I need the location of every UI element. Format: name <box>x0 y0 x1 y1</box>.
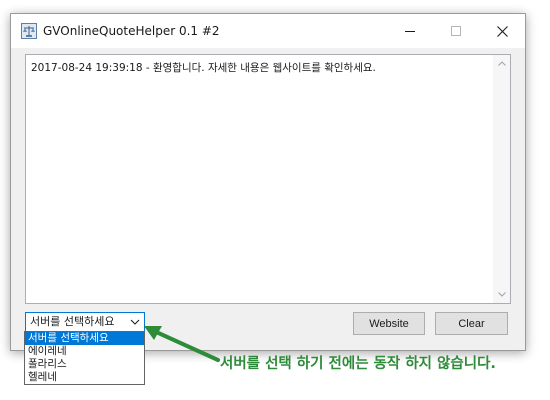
vertical-scrollbar[interactable] <box>493 55 510 303</box>
annotation-text: 서버를 선택 하기 전에는 동작 하지 않습니다. <box>220 356 496 372</box>
chevron-up-icon <box>497 61 506 66</box>
server-select-value: 서버를 선택하세요 <box>30 315 115 328</box>
log-textarea[interactable]: 2017-08-24 19:39:18 - 환영합니다. 자세한 내용은 웹사이… <box>25 54 511 304</box>
server-select[interactable]: 서버를 선택하세요 <box>25 312 145 332</box>
page: GVOnlineQuoteHelper 0.1 #2 2017-08-24 19… <box>0 0 550 400</box>
scale-icon <box>21 23 37 39</box>
log-line: 2017-08-24 19:39:18 - 환영합니다. 자세한 내용은 웹사이… <box>31 62 376 74</box>
scroll-up-button[interactable] <box>493 55 510 72</box>
minimize-icon <box>405 31 415 32</box>
website-button[interactable]: Website <box>353 312 425 335</box>
maximize-button[interactable] <box>433 14 479 48</box>
close-button[interactable] <box>479 14 525 48</box>
server-option[interactable]: 에이레네 <box>25 345 144 358</box>
close-icon <box>496 25 508 37</box>
clear-button[interactable]: Clear <box>435 312 508 335</box>
title-bar[interactable]: GVOnlineQuoteHelper 0.1 #2 <box>11 14 525 48</box>
app-window: GVOnlineQuoteHelper 0.1 #2 2017-08-24 19… <box>10 13 526 351</box>
server-option[interactable]: 폴라리스 <box>25 358 144 371</box>
server-dropdown-list: 서버를 선택하세요 에이레네 폴라리스 헬레네 <box>24 331 145 385</box>
window-title: GVOnlineQuoteHelper 0.1 #2 <box>43 24 220 38</box>
annotation-arrow-icon <box>144 326 220 362</box>
chevron-down-icon <box>497 292 506 297</box>
server-option[interactable]: 서버를 선택하세요 <box>25 332 144 345</box>
scroll-down-button[interactable] <box>493 286 510 303</box>
minimize-button[interactable] <box>387 14 433 48</box>
chevron-down-icon <box>130 319 140 325</box>
server-option[interactable]: 헬레네 <box>25 371 144 384</box>
maximize-icon <box>451 26 461 36</box>
